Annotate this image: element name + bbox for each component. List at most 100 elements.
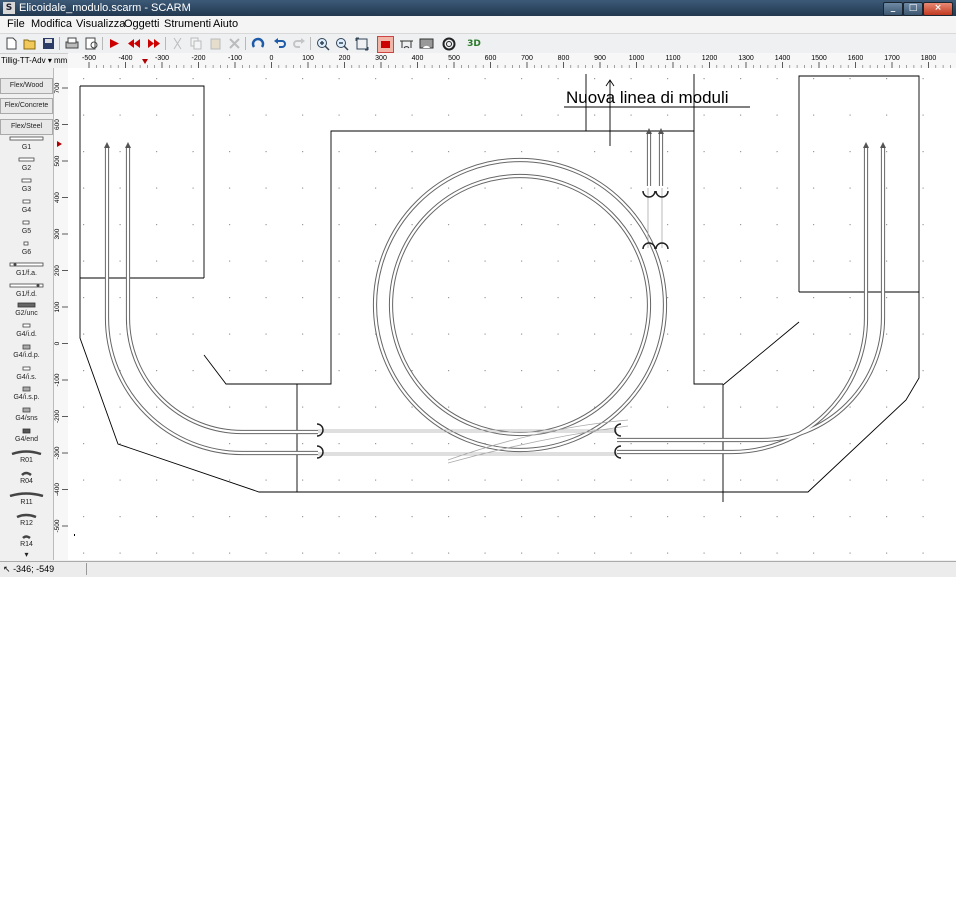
menu-aiuto[interactable]: Aiuto [213,18,238,30]
toolbar-separator [102,37,103,50]
ruler-tick-label: 1800 [921,55,937,62]
palette-item-r12[interactable]: R12 [0,512,53,527]
menu-file[interactable]: File [7,18,25,30]
title-bar[interactable]: S Elicoidale_modulo.scarm - SCARM _ □ × [0,0,956,16]
menu-strumenti[interactable]: Strumenti [164,18,211,30]
palette-item-label: G4 [21,207,32,214]
grid-dots [68,68,956,560]
palette-item-r01[interactable]: R01 [0,449,53,464]
palette-item-g1-fa[interactable]: G1/f.a. [0,262,53,277]
track-piece-icon [21,178,32,183]
palette-item-g4-is[interactable]: G4/i.s. [0,366,53,381]
palette-item-r11[interactable]: R11 [0,491,53,506]
ruler-cursor-marker-icon [57,141,62,147]
open-icon[interactable] [22,36,37,51]
tunnel-icon[interactable] [419,36,434,51]
palette-scroll-down-icon[interactable]: ▾ [0,550,53,559]
minimize-button[interactable]: _ [883,2,903,16]
select-arrow-icon[interactable] [107,36,122,51]
palette-item-label: G4/i.s. [16,374,37,381]
scarm-window: S Elicoidale_modulo.scarm - SCARM _ □ × … [0,0,956,577]
ruler-tick-label: 1000 [629,55,645,62]
maximize-button[interactable]: □ [903,2,923,16]
palette-item-label: R14 [20,541,33,548]
view-3d-icon[interactable]: 3D [465,36,483,51]
palette-item-r04[interactable]: R04 [0,470,53,485]
palette-item-g4-id[interactable]: G4/i.d. [0,323,53,338]
delete-icon[interactable] [227,36,242,51]
track-piece-icon [22,386,31,392]
palette-item-g3[interactable]: G3 [0,178,53,193]
undo-icon[interactable] [272,36,287,51]
track-piece-icon [22,366,31,371]
palette-item-g4[interactable]: G4 [0,199,53,214]
layout-canvas[interactable]: Nuova linea di moduli [68,68,956,560]
palette-item-label: R01 [20,457,33,464]
palette-item-label: G4/sns [15,415,38,422]
track-piece-icon [17,302,36,308]
palette-item-g4-isp[interactable]: G4/i.s.p. [0,386,53,401]
palette-item-label: G1 [21,144,32,151]
library-select[interactable]: Tillig-TT-Adv ▾ [1,55,53,67]
palette-item-flex-steel[interactable]: Flex/Steel [0,119,53,135]
palette-item-flex-wood[interactable]: Flex/Wood [0,78,53,94]
cut-icon[interactable] [170,36,185,51]
palette-item-g2[interactable]: G2 [0,157,53,172]
palette-item-g1-fd[interactable]: G1/f.d. [0,283,53,298]
zoom-out-icon[interactable] [334,36,349,51]
zoom-fit-icon[interactable] [354,36,369,51]
toolbar-separator [165,37,166,50]
library-name: Tillig-TT-Adv [1,56,46,65]
palette-item-g4-end[interactable]: G4/end [0,428,53,443]
copy-icon[interactable] [189,36,204,51]
menu-oggetti[interactable]: Oggetti [124,18,159,30]
ruler-tick-label: -200 [54,410,61,423]
ruler-tick-label: -500 [54,519,61,532]
save-icon[interactable] [41,36,56,51]
track-piece-icon [22,344,31,350]
track-piece-icon [22,323,31,328]
window-title: Elicoidale_modulo.scarm - SCARM [19,2,191,14]
layer-icon[interactable] [377,36,394,53]
annotation-label[interactable]: Nuova linea di moduli [566,88,729,107]
curved-track-icon [16,513,37,519]
menu-visualizza[interactable]: Visualizza [76,18,125,30]
palette-item-g1[interactable]: G1 [0,136,53,151]
print-preview-icon[interactable] [84,36,99,51]
palette-item-label: G2/unc [15,310,38,317]
helix-icon[interactable] [441,36,456,51]
menu-modifica[interactable]: Modifica [31,18,72,30]
palette-item-r14[interactable]: R14 [0,533,53,548]
zoom-in-icon[interactable] [315,36,330,51]
palette-item-label: G4/i.s.p. [13,394,40,401]
horizontal-ruler: -500 -400 -300 -200 -100 0 100 200 300 400 500 600 7… [68,53,956,69]
palette-item-flex-concrete[interactable]: Flex/Concrete [0,98,53,114]
close-button[interactable]: × [923,2,953,16]
paste-icon[interactable] [208,36,223,51]
palette-item-label: G6 [21,249,32,256]
new-icon[interactable] [4,36,19,51]
forward-icon[interactable] [146,36,161,51]
print-icon[interactable] [64,36,79,51]
track-plan-drawing: Nuova linea di moduli [68,68,956,560]
redo-icon[interactable] [291,36,306,51]
rewind-icon[interactable] [126,36,141,51]
ruler-tick-label: -400 [54,483,61,496]
ruler-tick-label: 200 [339,55,351,62]
palette-item-g5[interactable]: G5 [0,220,53,235]
ruler-tick-label: 900 [594,55,606,62]
ruler-tick-label: 1700 [884,55,900,62]
track-piece-icon [9,136,44,141]
palette-item-g6[interactable]: G6 [0,241,53,256]
palette-item-g4-sns[interactable]: G4/sns [0,407,53,422]
palette-item-label: G1/f.d. [15,291,37,298]
toolbar: 3D [0,34,956,54]
app-icon[interactable]: S [3,2,15,14]
palette-item-g2-unc[interactable]: G2/unc [0,302,53,317]
bridge-icon[interactable] [399,36,414,51]
palette-item-g4-idp[interactable]: G4/i.d.p. [0,344,53,359]
toolbar-separator [59,37,60,50]
ruler-tick-label: -300 [155,55,169,62]
ruler-tick-label: 1100 [665,55,680,62]
rotate-icon[interactable] [250,36,265,51]
